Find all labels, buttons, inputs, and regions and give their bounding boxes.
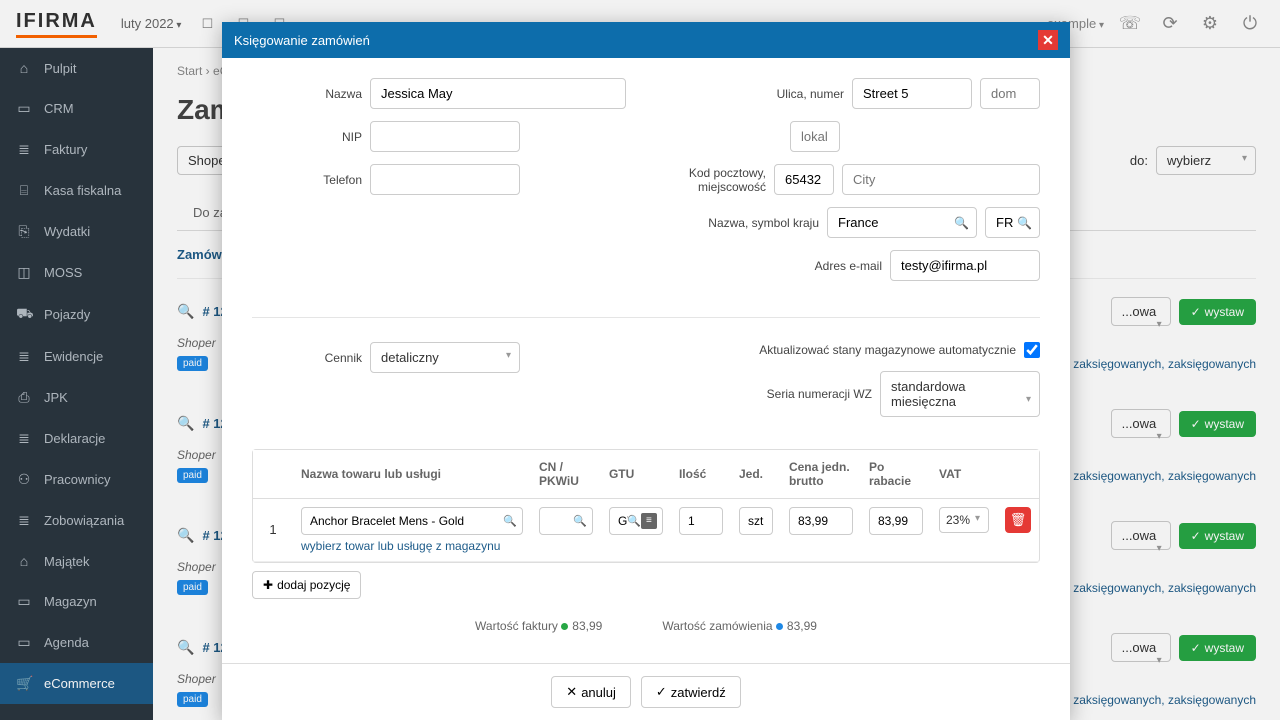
search-icon[interactable]: 🔍	[503, 514, 517, 527]
cena-input[interactable]	[789, 507, 853, 535]
th-num	[253, 450, 293, 499]
aktual-checkbox[interactable]	[1024, 342, 1040, 358]
confirm-button[interactable]: ✓ zatwierdź	[641, 676, 741, 708]
add-position-button[interactable]: ✚ dodaj pozycję	[252, 571, 361, 599]
th-del	[997, 450, 1039, 499]
rabat-input[interactable]	[869, 507, 923, 535]
modal-footer: ✕ anuluj ✓ zatwierdź	[222, 663, 1070, 720]
blue-dot-icon	[776, 623, 783, 630]
totals-row: Wartość faktury 83,99 Wartość zamówienia…	[252, 619, 1040, 633]
cennik-select[interactable]: detaliczny	[370, 342, 520, 373]
th-ilosc: Ilość	[671, 450, 731, 499]
nazwa-label: Nazwa	[252, 87, 362, 101]
modal-body: Nazwa NIP Telefon Ulica, numer	[222, 58, 1070, 663]
seria-label: Seria numeracji WZ	[666, 387, 872, 401]
search-icon[interactable]: 🔍	[1017, 216, 1032, 230]
faktura-total-value: 83,99	[572, 619, 602, 633]
ulica-label: Ulica, numer	[666, 87, 844, 101]
kod-label: Kod pocztowy, miejscowość	[666, 166, 766, 194]
order-booking-modal: Księgowanie zamówień ✕ Nazwa NIP Telefon	[222, 22, 1070, 720]
ilosc-input[interactable]	[679, 507, 723, 535]
search-icon[interactable]: 🔍	[573, 514, 587, 527]
modal-header: Księgowanie zamówień ✕	[222, 22, 1070, 58]
item-name-input[interactable]	[301, 507, 523, 535]
vat-select[interactable]: 23%	[939, 507, 989, 533]
seria-select[interactable]: standardowa miesięczna	[880, 371, 1040, 417]
th-rabat: Po rabacie	[861, 450, 931, 499]
nazwa-input[interactable]	[370, 78, 626, 109]
ulica-input[interactable]	[852, 78, 972, 109]
th-gtu: GTU	[601, 450, 671, 499]
items-table: Nazwa towaru lub usługi CN / PKWiU GTU I…	[252, 449, 1040, 563]
zamowienie-total-label: Wartość zamówienia	[662, 619, 772, 633]
modal-title: Księgowanie zamówień	[234, 33, 370, 48]
nip-input[interactable]	[370, 121, 520, 152]
th-cn: CN / PKWiU	[531, 450, 601, 499]
faktura-total-label: Wartość faktury	[475, 619, 558, 633]
kraj-label: Nazwa, symbol kraju	[666, 216, 819, 230]
dom-input[interactable]	[980, 78, 1040, 109]
delete-row-button[interactable]: 🗑	[1005, 507, 1031, 533]
nip-label: NIP	[252, 130, 362, 144]
th-name: Nazwa towaru lub usługi	[293, 450, 531, 499]
green-dot-icon	[561, 623, 568, 630]
search-icon[interactable]: 🔍	[954, 216, 969, 230]
email-input[interactable]	[890, 250, 1040, 281]
lokal-input[interactable]	[790, 121, 840, 152]
kod-input[interactable]	[774, 164, 834, 195]
cennik-label: Cennik	[252, 351, 362, 365]
zamowienie-total-value: 83,99	[787, 619, 817, 633]
email-label: Adres e-mail	[666, 259, 882, 273]
cancel-button[interactable]: ✕ anuluj	[551, 676, 631, 708]
telefon-input[interactable]	[370, 164, 520, 195]
aktual-label: Aktualizować stany magazynowe automatycz…	[666, 342, 1016, 359]
close-button[interactable]: ✕	[1038, 30, 1058, 50]
row-num: 1	[253, 499, 293, 562]
search-icon[interactable]: 🔍	[627, 514, 641, 527]
trash-icon: 🗑	[1010, 512, 1027, 528]
jed-input[interactable]	[739, 507, 773, 535]
table-row: 1 🔍 wybierz towar lub usługę z magazynu …	[253, 499, 1039, 562]
city-input[interactable]	[842, 164, 1040, 195]
select-from-warehouse-link[interactable]: wybierz towar lub usługę z magazynu	[301, 539, 523, 553]
th-jed: Jed.	[731, 450, 781, 499]
th-vat: VAT	[931, 450, 997, 499]
th-cena: Cena jedn. brutto	[781, 450, 861, 499]
telefon-label: Telefon	[252, 173, 362, 187]
list-icon[interactable]: ≡	[641, 513, 657, 529]
